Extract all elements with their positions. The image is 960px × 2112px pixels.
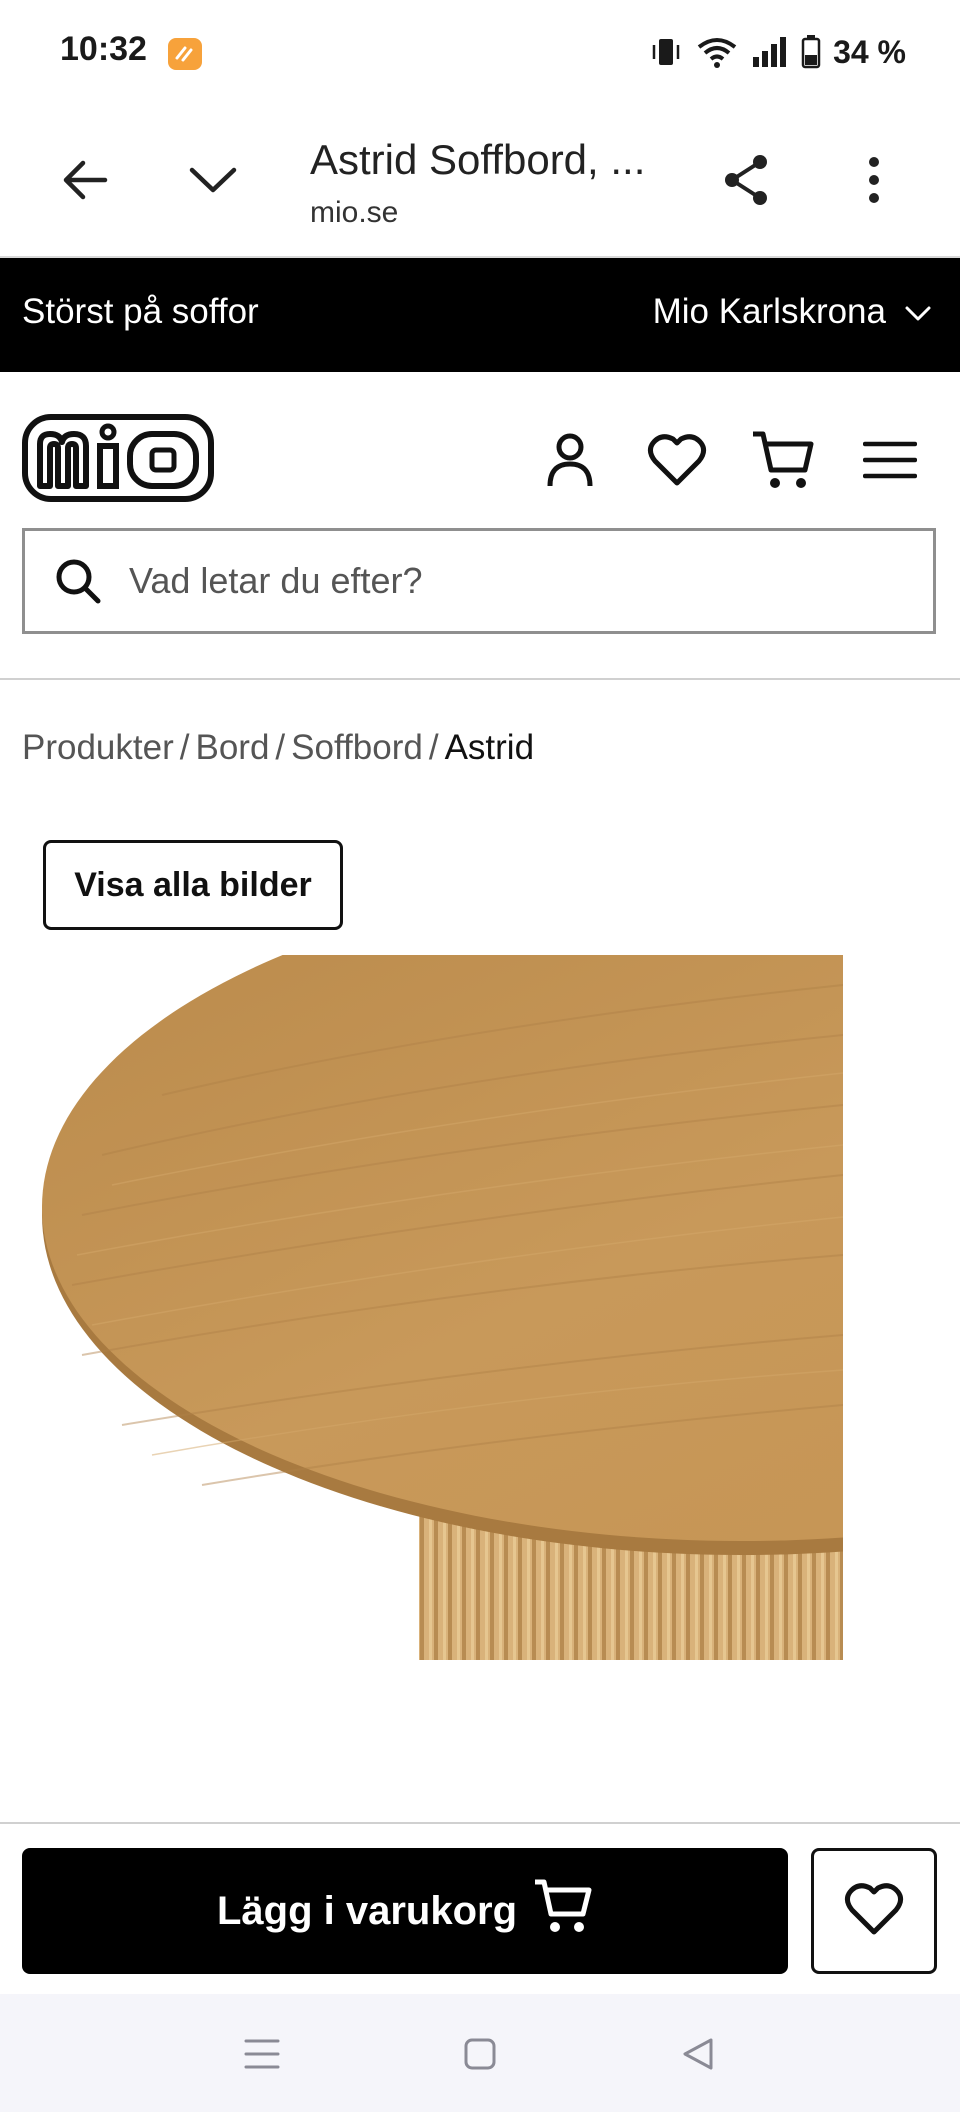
search-input[interactable] — [127, 559, 831, 603]
wifi-icon — [695, 35, 739, 69]
back-icon[interactable] — [668, 2024, 728, 2084]
cart-icon — [533, 1878, 593, 1944]
status-icons: 34 % — [649, 30, 906, 74]
battery-percentage: 34 % — [833, 33, 906, 70]
more-vert-icon[interactable] — [834, 140, 914, 220]
system-navigation-bar — [0, 1994, 960, 2112]
add-to-cart-button[interactable]: Lägg i varukorg — [22, 1848, 788, 1974]
breadcrumb-link-produkter[interactable]: Produkter — [22, 728, 174, 767]
breadcrumb-link-soffbord[interactable]: Soffbord — [291, 728, 423, 767]
back-arrow-icon[interactable] — [45, 140, 125, 220]
menu-icon[interactable] — [850, 420, 930, 500]
heart-icon[interactable] — [637, 420, 717, 500]
product-image[interactable] — [42, 955, 843, 1660]
search-bar[interactable] — [22, 528, 936, 634]
breadcrumb-current: Astrid — [444, 728, 535, 767]
bottom-action-bar: Lägg i varukorg — [0, 1822, 960, 1996]
search-icon — [55, 558, 101, 604]
page-title: Astrid Soffbord, ... — [310, 136, 646, 183]
store-selector[interactable]: Mio Karlskrona — [653, 292, 932, 332]
promo-bar: Störst på soffor Mio Karlskrona — [0, 258, 960, 372]
notification-app-icon — [168, 38, 202, 70]
store-name: Mio Karlskrona — [652, 292, 886, 331]
breadcrumb-separator: / — [428, 728, 439, 767]
status-bar: 10:32 34 % — [0, 0, 960, 100]
breadcrumb-link-bord[interactable]: Bord — [195, 728, 269, 767]
recent-apps-icon[interactable] — [232, 2024, 292, 2084]
chevron-down-icon — [904, 292, 932, 332]
add-to-cart-label: Lägg i varukorg — [216, 1888, 518, 1933]
breadcrumb-separator: / — [275, 728, 286, 767]
add-to-favorites-button[interactable] — [811, 1848, 937, 1974]
chevron-down-icon[interactable] — [173, 140, 253, 220]
mio-logo[interactable] — [22, 414, 214, 507]
breadcrumb-separator: / — [179, 728, 190, 767]
breadcrumb: Produkter / Bord / Soffbord / Astrid — [22, 728, 534, 768]
vibrate-icon — [649, 35, 683, 69]
page-domain: mio.se — [310, 196, 399, 229]
view-all-images-button[interactable]: Visa alla bilder — [43, 840, 343, 930]
battery-icon — [801, 35, 821, 69]
browser-toolbar: Astrid Soffbord, ... mio.se — [0, 100, 960, 258]
promo-text: Störst på soffor — [22, 292, 259, 331]
heart-icon — [844, 1882, 904, 1941]
cart-icon[interactable] — [743, 420, 823, 500]
account-icon[interactable] — [530, 420, 610, 500]
signal-icon — [751, 35, 789, 69]
home-icon[interactable] — [450, 2024, 510, 2084]
share-icon[interactable] — [706, 140, 786, 220]
status-time: 10:32 — [60, 30, 147, 68]
site-header — [0, 372, 960, 680]
